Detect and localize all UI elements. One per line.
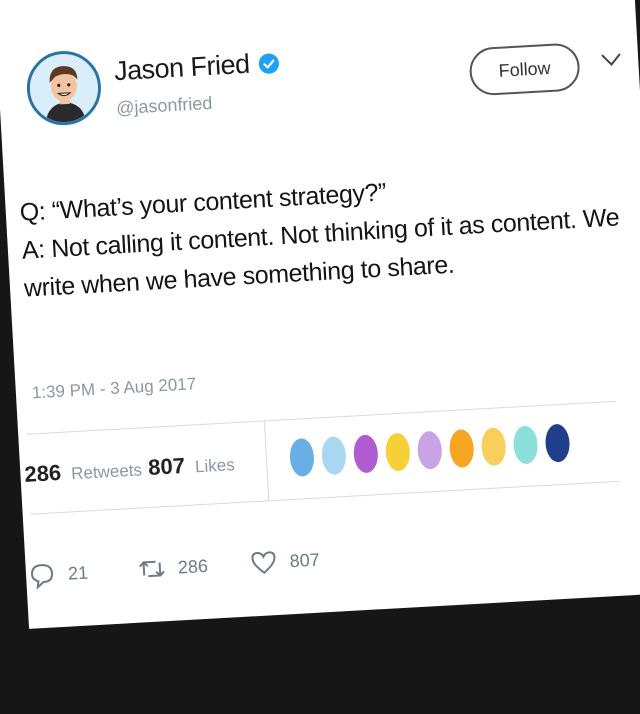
- follow-button[interactable]: Follow: [468, 42, 581, 97]
- liker-avatar[interactable]: [320, 435, 347, 476]
- retweets-count: 286: [23, 459, 62, 487]
- chevron-down-icon[interactable]: [600, 52, 623, 67]
- avatar-illustration: [28, 52, 100, 124]
- likes-stat[interactable]: 807 Likes: [148, 450, 236, 481]
- like-action[interactable]: 807: [249, 546, 321, 578]
- liker-avatar[interactable]: [544, 423, 571, 463]
- retweets-label: Retweets: [70, 460, 143, 484]
- verified-badge-icon: [258, 53, 279, 74]
- reply-action[interactable]: 21: [27, 559, 89, 590]
- reply-icon: [31, 564, 54, 590]
- liker-avatar[interactable]: [384, 432, 411, 472]
- tweet-card: Jason Fried @jasonfried Follow Q: “What’…: [0, 0, 640, 629]
- heart-icon: [251, 551, 276, 574]
- retweet-icon: [139, 560, 165, 578]
- liker-avatar[interactable]: [352, 434, 379, 474]
- liker-avatars: [288, 423, 571, 478]
- liker-avatar[interactable]: [512, 425, 539, 465]
- retweets-stat[interactable]: 286 Retweets: [24, 455, 143, 488]
- liker-avatar[interactable]: [448, 428, 475, 469]
- divider: [263, 420, 270, 501]
- retweet-count: 286: [177, 555, 209, 577]
- likes-count: 807: [147, 452, 186, 480]
- reply-count: 21: [67, 562, 89, 584]
- liker-avatar[interactable]: [288, 437, 315, 478]
- liker-avatar[interactable]: [416, 430, 443, 470]
- retweet-action[interactable]: 286: [137, 552, 209, 584]
- avatar[interactable]: [24, 49, 103, 128]
- likes-label: Likes: [194, 455, 236, 477]
- author-name[interactable]: Jason Fried: [113, 49, 250, 88]
- divider: [30, 480, 620, 515]
- author-name-row: Jason Fried: [113, 47, 280, 87]
- like-count: 807: [289, 549, 321, 571]
- tweet-timestamp[interactable]: 1:39 PM - 3 Aug 2017: [31, 374, 196, 403]
- tweet-text: Q: “What’s your content strategy?” A: No…: [19, 160, 624, 307]
- liker-avatar[interactable]: [480, 427, 507, 467]
- author-handle[interactable]: @jasonfried: [116, 93, 213, 119]
